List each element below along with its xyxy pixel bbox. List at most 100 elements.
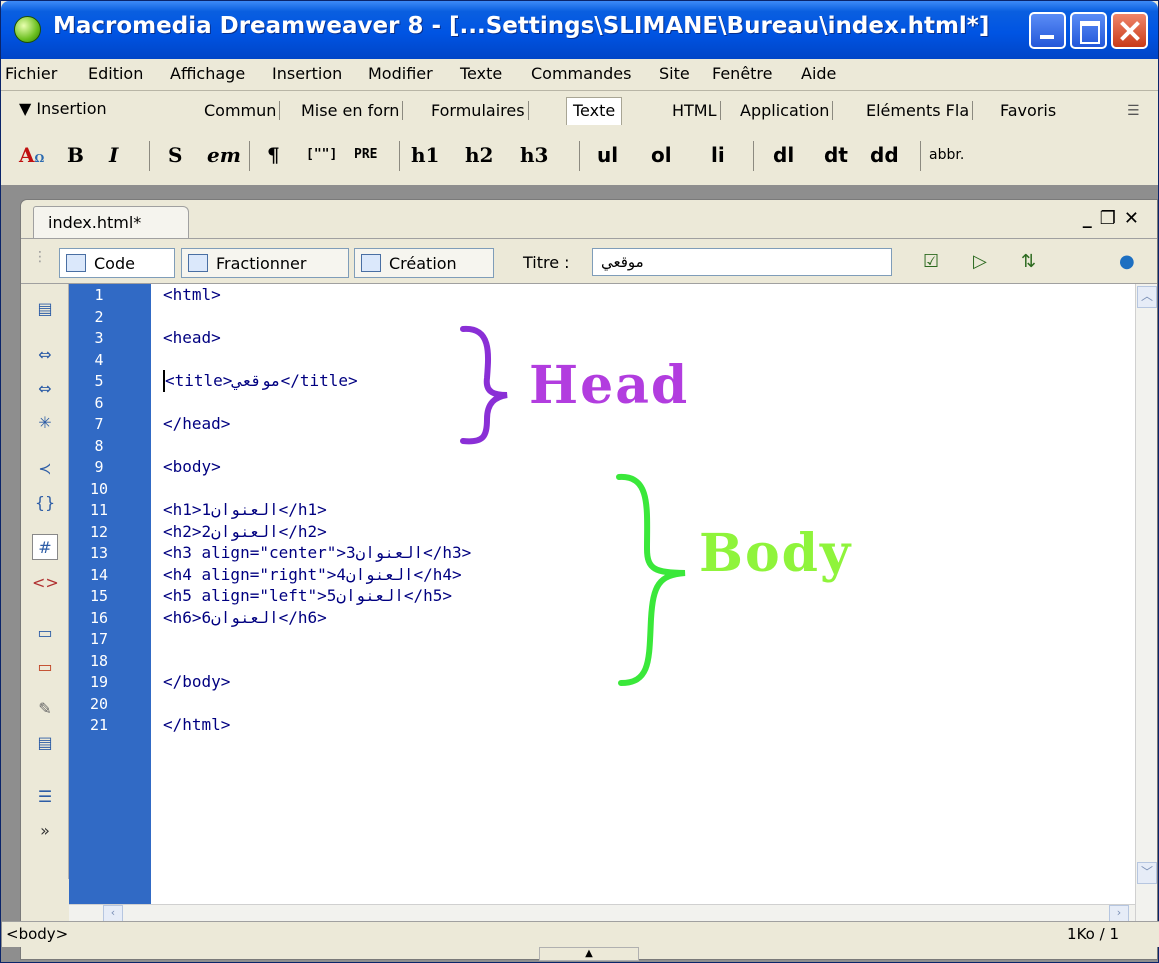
document-tab[interactable]: index.html* <box>33 206 189 238</box>
font-tag-button[interactable]: AΩ <box>19 137 44 173</box>
minimize-button[interactable] <box>1029 12 1066 49</box>
select-parent-tag-icon[interactable]: ≺ <box>32 456 58 482</box>
line-number: 5 <box>94 372 104 390</box>
line-number: 13 <box>89 544 109 562</box>
insert-bar: ▼ Insertion Commun Mise en forn Formulai… <box>1 90 1158 185</box>
h1-button[interactable]: h1 <box>411 137 439 173</box>
menu-commandes[interactable]: Commandes <box>531 64 631 83</box>
body-brace-annotation <box>616 473 686 686</box>
code-view-button[interactable]: Code <box>59 248 175 278</box>
collapse-tag-icon[interactable]: ⇔ <box>32 342 58 368</box>
ul-button[interactable]: ul <box>597 137 618 173</box>
menu-insertion[interactable]: Insertion <box>272 64 342 83</box>
validate-markup-icon[interactable]: ☑ <box>923 251 951 275</box>
em-button[interactable]: em <box>207 137 241 173</box>
menu-fenetre[interactable]: Fenêtre <box>712 64 773 83</box>
abbr-button[interactable]: abbr. <box>929 137 964 173</box>
dreamweaver-logo-icon <box>14 16 41 43</box>
tab-formulaires[interactable]: Formulaires <box>428 101 529 120</box>
preview-globe-icon[interactable]: ● <box>1119 251 1147 275</box>
tab-favoris[interactable]: Favoris <box>997 101 1059 120</box>
document-tab-label: index.html* <box>48 213 142 232</box>
line-number: 18 <box>89 651 109 670</box>
italic-button[interactable]: I <box>109 137 118 173</box>
vertical-scrollbar[interactable]: ︿ ﹀ <box>1135 284 1157 922</box>
scroll-right-icon[interactable]: › <box>1109 905 1129 922</box>
menu-affichage[interactable]: Affichage <box>170 64 245 83</box>
page-title-input[interactable] <box>592 248 892 276</box>
recent-snippets-icon[interactable]: ▤ <box>32 730 58 756</box>
insert-options-icon[interactable]: ☰ <box>1127 103 1140 119</box>
tag-selector[interactable]: <body> <box>6 925 68 943</box>
design-view-button[interactable]: Création <box>354 248 494 278</box>
menu-texte[interactable]: Texte <box>460 64 502 83</box>
split-view-button[interactable]: Fractionner <box>181 248 349 278</box>
line-number-gutter: 1 2 3 4 5 6 7 8 9 10 11 12 13 14 15 16 1… <box>69 284 151 922</box>
menu-edition[interactable]: Edition <box>88 64 143 83</box>
h2-button[interactable]: h2 <box>465 137 493 173</box>
line-numbers-icon[interactable]: # <box>32 534 58 560</box>
line-number: 10 <box>89 479 109 498</box>
status-bar: <body> 1Ko / 1 <box>2 921 1159 947</box>
tab-elements-flash[interactable]: Eléments Fla <box>863 101 974 120</box>
indent-code-icon[interactable]: ☰ <box>32 784 58 810</box>
code-line: <h6>6العنوان</h6> <box>163 607 327 627</box>
blockquote-button[interactable]: [""] <box>306 137 337 173</box>
tab-texte[interactable]: Texte <box>566 97 623 125</box>
expand-all-icon[interactable]: ✳ <box>32 410 58 436</box>
apply-comment-icon[interactable]: ▭ <box>32 620 58 646</box>
code-line: </html> <box>163 715 231 734</box>
h3-button[interactable]: h3 <box>520 137 548 173</box>
remove-comment-icon[interactable]: ▭ <box>32 654 58 680</box>
tab-html[interactable]: HTML <box>669 101 721 120</box>
insert-bar-label[interactable]: ▼ Insertion <box>19 99 107 118</box>
toolbar-separator <box>920 141 921 171</box>
code-view-icon <box>66 254 86 272</box>
menu-site[interactable]: Site <box>659 64 690 83</box>
close-button[interactable] <box>1111 12 1148 49</box>
file-management-icon[interactable]: ⇅ <box>1021 251 1049 275</box>
scroll-left-icon[interactable]: ‹ <box>103 905 123 922</box>
wrap-tag-icon[interactable]: ✎ <box>32 696 58 722</box>
balance-braces-icon[interactable]: {} <box>32 490 58 516</box>
li-button[interactable]: li <box>711 137 725 173</box>
pre-button[interactable]: PRE <box>354 137 377 173</box>
dl-button[interactable]: dl <box>773 137 794 173</box>
doc-restore-icon[interactable]: ❐ <box>1100 208 1124 229</box>
paragraph-button[interactable]: ¶ <box>267 137 280 173</box>
code-line: <html> <box>163 285 221 304</box>
doc-close-icon[interactable]: ✕ <box>1124 208 1147 229</box>
dd-button[interactable]: dd <box>870 137 899 173</box>
doc-minimize-icon[interactable]: _ <box>1083 208 1100 229</box>
tab-mise-en-forme[interactable]: Mise en forn <box>298 101 404 120</box>
code-line: <h5 align="left">5العنوان</h5> <box>163 586 452 605</box>
menu-fichier[interactable]: Fichier <box>5 64 57 83</box>
bold-button[interactable]: B <box>67 137 84 173</box>
maximize-button[interactable] <box>1070 12 1107 49</box>
toolbar-separator <box>149 141 150 171</box>
menu-modifier[interactable]: Modifier <box>368 64 433 83</box>
tab-commun[interactable]: Commun <box>201 101 281 120</box>
line-number: 9 <box>94 458 104 476</box>
browser-check-icon[interactable]: ▷ <box>973 251 1001 275</box>
tab-application[interactable]: Application <box>737 101 834 120</box>
menu-aide[interactable]: Aide <box>801 64 836 83</box>
dt-button[interactable]: dt <box>824 137 848 173</box>
scroll-down-icon[interactable]: ﹀ <box>1137 862 1157 884</box>
more-tools-icon[interactable]: » <box>32 818 58 844</box>
line-number: 8 <box>94 436 104 455</box>
code-line: </head> <box>163 414 231 433</box>
open-documents-icon[interactable]: ▤ <box>32 296 58 322</box>
collapse-selection-icon[interactable]: ⇔ <box>32 376 58 402</box>
title-bar[interactable]: Macromedia Dreamweaver 8 - [...Settings\… <box>1 1 1158 59</box>
line-number: 19 <box>89 673 109 691</box>
split-view-label: Fractionner <box>216 254 307 273</box>
strong-button[interactable]: S <box>168 137 182 173</box>
highlight-invalid-code-icon[interactable]: <> <box>32 570 59 596</box>
horizontal-scrollbar[interactable]: ‹ › <box>69 904 1135 922</box>
scroll-up-icon[interactable]: ︿ <box>1137 286 1157 308</box>
document-size-info: 1Ko / 1 <box>1067 925 1119 943</box>
ol-button[interactable]: ol <box>651 137 672 173</box>
properties-panel-toggle[interactable]: ▲ <box>539 947 639 961</box>
line-number: 4 <box>94 350 104 369</box>
